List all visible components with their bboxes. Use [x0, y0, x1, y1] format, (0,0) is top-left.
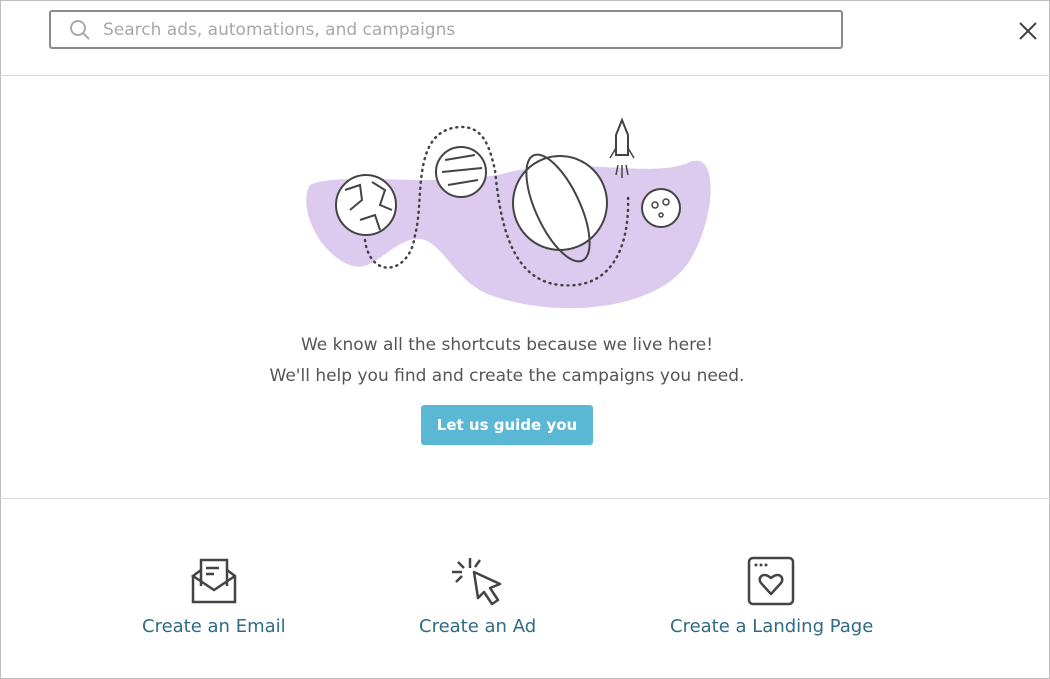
- close-icon[interactable]: [1016, 19, 1040, 43]
- create-landing-page-shortcut[interactable]: Create a Landing Page: [670, 556, 874, 637]
- search-icon: [70, 19, 90, 40]
- header: [0, 0, 1050, 76]
- create-landing-page-label: Create a Landing Page: [670, 616, 874, 637]
- email-icon: [190, 558, 236, 604]
- create-ad-label: Create an Ad: [419, 616, 537, 637]
- search-input[interactable]: [101, 18, 785, 41]
- search-bar[interactable]: [49, 10, 843, 49]
- guide-button[interactable]: Let us guide you: [421, 405, 593, 445]
- earth-icon: [335, 174, 397, 236]
- cursor-click-icon: [451, 558, 501, 606]
- create-email-label: Create an Email: [142, 616, 286, 637]
- create-email-shortcut[interactable]: Create an Email: [142, 556, 286, 637]
- message-line-2: We'll help you find and create the campa…: [269, 366, 745, 386]
- landing-page-icon: [747, 556, 795, 606]
- space-illustration: [306, 117, 711, 309]
- moon-icon: [641, 188, 681, 228]
- create-ad-shortcut[interactable]: Create an Ad: [419, 556, 536, 637]
- message-line-1: We know all the shortcuts because we liv…: [300, 335, 714, 355]
- striped-planet-icon: [435, 146, 487, 198]
- divider: [0, 498, 1050, 499]
